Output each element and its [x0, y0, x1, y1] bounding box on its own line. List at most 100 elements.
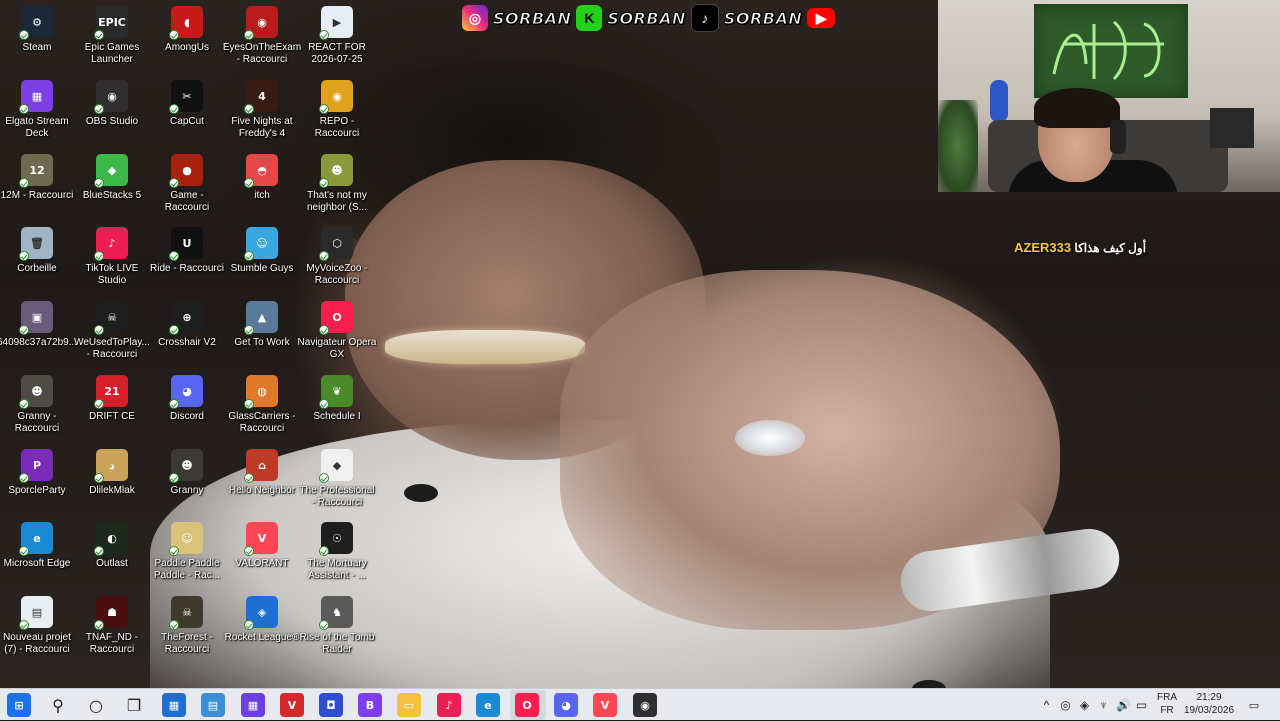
- desktop-shortcut[interactable]: 21 DRIFT CE: [75, 369, 149, 439]
- wallpaper-ring: [735, 420, 805, 456]
- notification-icon[interactable]: ▭: [1242, 693, 1266, 717]
- desktop-shortcut[interactable]: ⚙ Steam: [0, 0, 74, 70]
- desktop-shortcut[interactable]: O Navigateur Opera GX: [298, 295, 376, 365]
- show-hidden-icons[interactable]: ^: [1040, 698, 1053, 712]
- desktop-shortcut[interactable]: ◓ itch: [225, 148, 299, 218]
- sync-check-icon: [19, 30, 29, 40]
- desktop-shortcut-label: MyVoiceZoo - Raccourci: [306, 263, 368, 286]
- control-panel-icon[interactable]: ▤: [201, 693, 225, 717]
- desktop-shortcut-label: EyesOnTheExam - Raccourci: [222, 42, 302, 65]
- desktop-shortcut[interactable]: ▶ REACT FOR 2026-07-25: [300, 0, 374, 70]
- language-indicator[interactable]: FRA FR: [1156, 691, 1178, 717]
- search-icon[interactable]: ⚲: [46, 693, 70, 717]
- sync-check-icon: [19, 104, 29, 114]
- desktop-shortcut[interactable]: V VALORANT: [225, 516, 299, 586]
- desktop-shortcut[interactable]: د DlilekMlak: [75, 443, 149, 513]
- opera-taskbar-icon[interactable]: O: [515, 693, 539, 717]
- desktop-shortcut[interactable]: ☠ WeUsedToPlay... - Raccourci: [74, 295, 150, 365]
- desktop-shortcut-label: Granny: [170, 485, 204, 496]
- desktop-shortcut-label: Hello Neighbor: [228, 485, 296, 496]
- neon-sign: [1034, 4, 1188, 98]
- desktop-shortcut[interactable]: ▦ Elgato Stream Deck: [0, 74, 74, 144]
- desktop-shortcut[interactable]: ◈ Rocket League®: [225, 590, 299, 660]
- file-explorer-icon[interactable]: ▭: [397, 693, 421, 717]
- voicemeeter-icon[interactable]: V: [280, 693, 304, 717]
- desktop-shortcut[interactable]: ◍ GlassCarriers - Raccourci: [225, 369, 299, 439]
- sync-check-icon: [169, 620, 179, 630]
- desktop-shortcut[interactable]: ☻ Granny: [150, 443, 224, 513]
- desktop-shortcut[interactable]: ⬡ MyVoiceZoo - Raccourci: [300, 221, 374, 291]
- desktop-shortcut[interactable]: ♞ Rise of the Tomb Raider: [300, 590, 374, 660]
- discord-taskbar-icon[interactable]: ◕: [554, 693, 578, 717]
- among-us-icon: ◖: [169, 6, 203, 40]
- desktop-shortcut-label: TheForest - Raccourci: [161, 632, 213, 655]
- store-icon[interactable]: ▦: [162, 693, 186, 717]
- obs-taskbar-icon[interactable]: ◉: [633, 693, 657, 717]
- desktop-shortcut[interactable]: ◐ Outlast: [75, 516, 149, 586]
- desktop-shortcut[interactable]: ☺ Paddle Paddle Paddle - Rac...: [150, 516, 224, 586]
- desktop-shortcut[interactable]: ☻ That's not my neighbor (S...: [300, 148, 374, 218]
- desktop-shortcut-label: That's not my neighbor (S...: [306, 190, 368, 213]
- desktop-shortcut[interactable]: ▲ Get To Work: [225, 295, 299, 365]
- start-icon[interactable]: ⊞: [7, 693, 31, 717]
- elgato-stream-deck-icon: ▦: [19, 80, 53, 114]
- stream-deck-icon[interactable]: ▦: [241, 693, 265, 717]
- edge-taskbar-icon[interactable]: e: [476, 693, 500, 717]
- desktop-shortcut[interactable]: e Microsoft Edge: [0, 516, 74, 586]
- desktop-shortcut-label: Rocket League®: [224, 632, 300, 643]
- sync-check-icon: [94, 325, 104, 335]
- cortana-icon[interactable]: ○: [84, 693, 108, 717]
- desktop-shortcut[interactable]: U Ride - Raccourci: [150, 221, 224, 291]
- clock[interactable]: 21:29 19/03/2026: [1182, 691, 1236, 717]
- desktop-shortcut-label: 12M - Raccourci: [0, 190, 74, 201]
- desktop-shortcut[interactable]: ◕ Discord: [150, 369, 224, 439]
- network-icon[interactable]: ▭: [1135, 698, 1148, 712]
- recycle-bin-icon: 🗑: [19, 227, 53, 261]
- game-shortcut-icon: ●: [169, 154, 203, 188]
- desktop-shortcut[interactable]: ☠ TheForest - Raccourci: [150, 590, 224, 660]
- wallpaper-button: [404, 484, 438, 502]
- desktop-shortcut[interactable]: ❦ Schedule I: [300, 369, 374, 439]
- desktop-shortcut[interactable]: ☗ TNAF_ND - Raccourci: [75, 590, 149, 660]
- desktop-shortcut[interactable]: ⌂ Hello Neighbor: [225, 443, 299, 513]
- desktop-shortcut[interactable]: ◆ BlueStacks 5: [75, 148, 149, 218]
- sync-check-icon: [169, 104, 179, 114]
- desktop-shortcut[interactable]: ☺ Stumble Guys: [225, 221, 299, 291]
- desktop-shortcut[interactable]: ⊕ Crosshair V2: [150, 295, 224, 365]
- desktop-shortcut[interactable]: ◖ AmongUs: [150, 0, 224, 70]
- desktop-shortcut-label: Nouveau projet (7) - Raccourci: [3, 632, 71, 655]
- desktop-shortcut-label: Paddle Paddle Paddle - Rac...: [153, 558, 221, 581]
- tiktok-taskbar-icon[interactable]: ♪: [437, 693, 461, 717]
- granny-icon: ☻: [169, 449, 203, 483]
- desktop-shortcut[interactable]: ◉ EyesOnTheExam - Raccourci: [222, 0, 302, 70]
- sporcleparty-icon: P: [19, 449, 53, 483]
- desktop-shortcut[interactable]: ☉ The Mortuary Assistant - ...: [300, 516, 374, 586]
- desktop-shortcut[interactable]: ▤ Nouveau projet (7) - Raccourci: [0, 590, 74, 660]
- desktop-shortcut[interactable]: ◉ OBS Studio: [75, 74, 149, 144]
- desktop-shortcut[interactable]: ◆ The Professional - Raccourci: [299, 443, 375, 513]
- beacon-icon[interactable]: B: [358, 693, 382, 717]
- desktop-shortcut[interactable]: ✂ CapCut: [150, 74, 224, 144]
- chat-message: AZER333 أول كيف هذاكا: [1014, 240, 1146, 255]
- desktop-shortcut[interactable]: EPIC Epic Games Launcher: [75, 0, 149, 70]
- snip-icon[interactable]: ◘: [319, 693, 343, 717]
- steelseries-icon[interactable]: ◎: [1059, 698, 1072, 712]
- valorant-taskbar-icon[interactable]: V: [593, 693, 617, 717]
- desktop-shortcut[interactable]: ◉ REPO - Raccourci: [300, 74, 374, 144]
- desktop-shortcut[interactable]: ♪ TikTok LIVE Studio: [75, 221, 149, 291]
- shelf: [1210, 108, 1254, 148]
- glasscarriers-icon: ◍: [244, 375, 278, 409]
- microphone-icon[interactable]: ♆: [1097, 698, 1110, 712]
- desktop-shortcut[interactable]: ☻ Granny - Raccourci: [0, 369, 74, 439]
- desktop-shortcut[interactable]: ● Game - Raccourci: [150, 148, 224, 218]
- desktop-shortcut-label: WeUsedToPlay... - Raccourci: [74, 337, 150, 360]
- desktop-shortcut[interactable]: ▣ 64098c37a72b9...: [0, 295, 77, 365]
- system-tray: ^ ◎ ◈ ♆ 🔊 ▭: [1040, 689, 1148, 721]
- desktop-shortcut[interactable]: 🗑 Corbeille: [0, 221, 74, 291]
- volume-icon[interactable]: 🔊: [1116, 698, 1131, 712]
- steam-tray-icon[interactable]: ◈: [1078, 698, 1091, 712]
- task-view-icon[interactable]: ❐: [122, 693, 146, 717]
- desktop-shortcut[interactable]: 4 Five Nights at Freddy's 4: [225, 74, 299, 144]
- desktop-shortcut[interactable]: 12 12M - Raccourci: [0, 148, 74, 218]
- desktop-shortcut[interactable]: P SporcleParty: [0, 443, 74, 513]
